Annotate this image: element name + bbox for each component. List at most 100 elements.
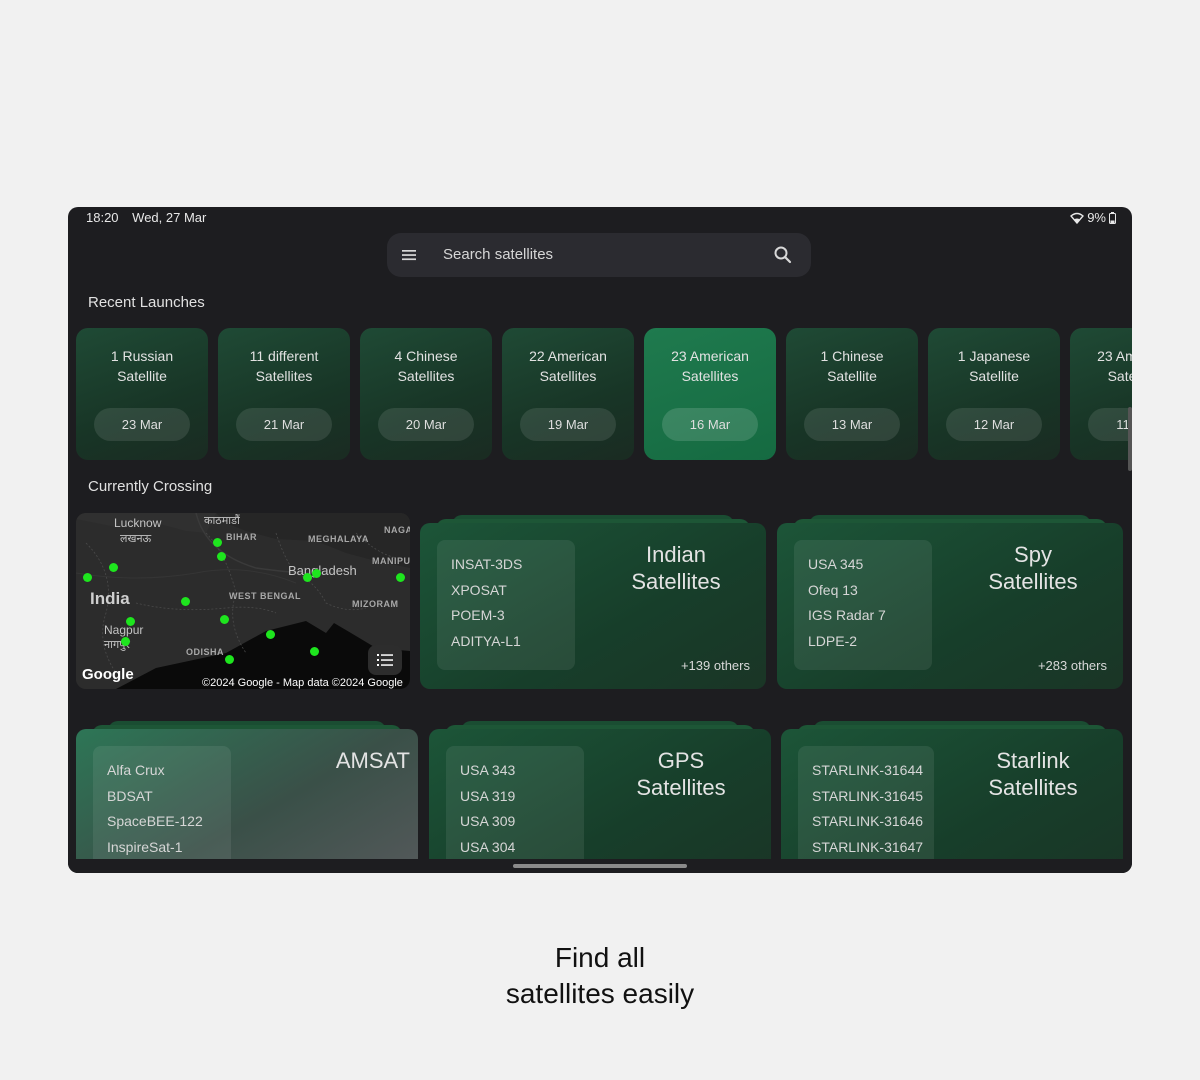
status-time: 18:20: [86, 210, 119, 225]
launch-card[interactable]: 11 different Satellites 21 Mar: [218, 328, 350, 460]
map-label: NAGA: [384, 525, 410, 535]
launch-title: 11 different: [249, 348, 319, 364]
launch-subtitle: Satellite: [827, 368, 877, 384]
group-card-gps[interactable]: USA 343 USA 319 USA 309 USA 304 GPS Satel…: [429, 721, 771, 873]
map-label: MIZORAM: [352, 599, 399, 609]
group-card-amsat[interactable]: Alfa Crux BDSAT SpaceBEE-122 InspireSat-…: [76, 721, 418, 873]
launch-subtitle: Satellites: [397, 368, 455, 384]
launch-title: 23 American: [671, 348, 749, 364]
satellite-marker[interactable]: [83, 573, 92, 582]
launch-date-pill: 21 Mar: [236, 408, 332, 441]
recent-launches-heading: Recent Launches: [88, 294, 205, 311]
others-count: +139 others: [680, 658, 750, 673]
satellite-marker[interactable]: [310, 647, 319, 656]
map-label: India: [90, 589, 130, 608]
group-subtitle: Satellites: [988, 569, 1078, 594]
list-icon: [377, 654, 393, 666]
satellite-marker[interactable]: [109, 563, 118, 572]
launch-title: 4 Chinese: [394, 348, 458, 364]
search-bar[interactable]: Search satellites: [387, 233, 811, 277]
group-title: Indian: [646, 542, 706, 567]
map-label: काठमाडौं: [204, 515, 240, 527]
satellite-marker[interactable]: [126, 617, 135, 626]
satellite-name: USA 345: [808, 556, 864, 572]
satellite-marker[interactable]: [303, 573, 312, 582]
menu-icon[interactable]: [399, 245, 419, 265]
map-attribution: ©2024 Google - Map data ©2024 Google: [202, 677, 403, 689]
gesture-handle[interactable]: [513, 864, 687, 868]
caption-line-1: Find all: [554, 942, 646, 973]
map-label: Nagpur: [104, 623, 144, 637]
wifi-icon: [1070, 212, 1085, 224]
satellite-marker[interactable]: [312, 569, 321, 578]
satellite-name: IGS Radar 7: [808, 607, 886, 623]
launch-card[interactable]: 23 American Satellites 11 Mar: [1070, 328, 1132, 460]
group-card-starlink[interactable]: STARLINK-31644 STARLINK-31645 STARLINK-3…: [781, 721, 1123, 873]
satellite-name: STARLINK-31647: [812, 838, 924, 855]
group-satellite-list: USA 345 Ofeq 13 IGS Radar 7 LDPE-2: [794, 540, 932, 670]
satellite-marker[interactable]: [213, 538, 222, 547]
group-title: Starlink: [996, 748, 1070, 773]
launch-title: 22 American: [529, 348, 607, 364]
launch-card[interactable]: 4 Chinese Satellites 20 Mar: [360, 328, 492, 460]
satellite-marker[interactable]: [181, 597, 190, 606]
satellite-name: XPOSAT: [451, 581, 507, 598]
launch-date-pill: 12 Mar: [946, 408, 1042, 441]
status-bar: 18:20 Wed, 27 Mar 9%: [68, 207, 1132, 229]
launch-card[interactable]: 1 Russian Satellite 23 Mar: [76, 328, 208, 460]
satellite-marker[interactable]: [225, 655, 234, 664]
search-input[interactable]: Search satellites: [443, 246, 553, 263]
map-list-button[interactable]: [368, 645, 402, 675]
satellite-name: Alfa Crux: [107, 762, 165, 778]
launch-title: 1 Chinese: [820, 348, 884, 364]
group-title: Spy: [1014, 542, 1052, 567]
launch-title: 1 Japanese: [957, 348, 1031, 364]
scrollbar[interactable]: [1128, 407, 1132, 471]
group-satellite-list: USA 343 USA 319 USA 309 USA 304: [446, 746, 584, 873]
satellite-name: USA 309: [460, 813, 516, 829]
launch-card[interactable]: 22 American Satellites 19 Mar: [502, 328, 634, 460]
launch-card[interactable]: 1 Japanese Satellite 12 Mar: [928, 328, 1060, 460]
map-label: BIHAR: [226, 532, 257, 542]
launch-subtitle: Satellites: [681, 368, 739, 384]
launch-subtitle: Satellite: [117, 368, 167, 384]
satellite-marker[interactable]: [396, 573, 405, 582]
satellite-marker[interactable]: [220, 615, 229, 624]
satellite-name: SpaceBEE-122: [107, 813, 203, 829]
satellite-marker[interactable]: [217, 552, 226, 561]
crossing-map[interactable]: Lucknow लखनऊ काठमाडौं BIHAR NAGA MEGHALA…: [76, 513, 410, 689]
satellite-name: LDPE-2: [808, 632, 858, 649]
promo-caption: Find all satellites easily: [0, 940, 1200, 1012]
launch-card-selected[interactable]: 23 American Satellites 16 Mar: [644, 328, 776, 460]
launch-card[interactable]: 1 Chinese Satellite 13 Mar: [786, 328, 918, 460]
map-label: MANIPU: [372, 556, 410, 566]
group-satellite-list: Alfa Crux BDSAT SpaceBEE-122 InspireSat-…: [93, 746, 231, 873]
group-subtitle: Satellites: [988, 775, 1078, 800]
tablet-screen: 18:20 Wed, 27 Mar 9% Search satellites R…: [68, 207, 1132, 873]
satellite-marker[interactable]: [121, 637, 130, 646]
launch-date-pill: 13 Mar: [804, 408, 900, 441]
search-icon[interactable]: [773, 245, 793, 265]
launch-date-pill: 16 Mar: [662, 408, 758, 441]
group-card-indian[interactable]: INSAT-3DS XPOSAT POEM-3 ADITYA-L1 Indian…: [420, 515, 766, 689]
satellite-name: USA 343: [460, 762, 516, 778]
battery-percent: 9%: [1087, 210, 1106, 225]
map-label: MEGHALAYA: [308, 534, 369, 544]
group-title: GPS: [657, 748, 705, 773]
launch-date-pill: 19 Mar: [520, 408, 616, 441]
launch-subtitle: Satellite: [969, 368, 1019, 384]
satellite-name: STARLINK-31644: [812, 762, 924, 778]
map-label: Lucknow: [114, 516, 162, 530]
launch-date-pill: 20 Mar: [378, 408, 474, 441]
group-subtitle: Satellites: [636, 775, 726, 800]
map-label: Bangladesh: [288, 563, 357, 578]
caption-line-2: satellites easily: [505, 978, 695, 1009]
group-subtitle: Satellites: [631, 569, 721, 594]
launch-date-pill: 11 Mar: [1088, 408, 1132, 441]
satellite-name: USA 304: [460, 838, 516, 855]
satellite-name: USA 319: [460, 787, 516, 804]
satellite-marker[interactable]: [266, 630, 275, 639]
group-card-spy[interactable]: USA 345 Ofeq 13 IGS Radar 7 LDPE-2 Spy Sa…: [777, 515, 1123, 689]
recent-launches-carousel[interactable]: 1 Russian Satellite 23 Mar 11 different Sa…: [76, 328, 1132, 462]
group-title: AMSAT: [335, 748, 410, 773]
